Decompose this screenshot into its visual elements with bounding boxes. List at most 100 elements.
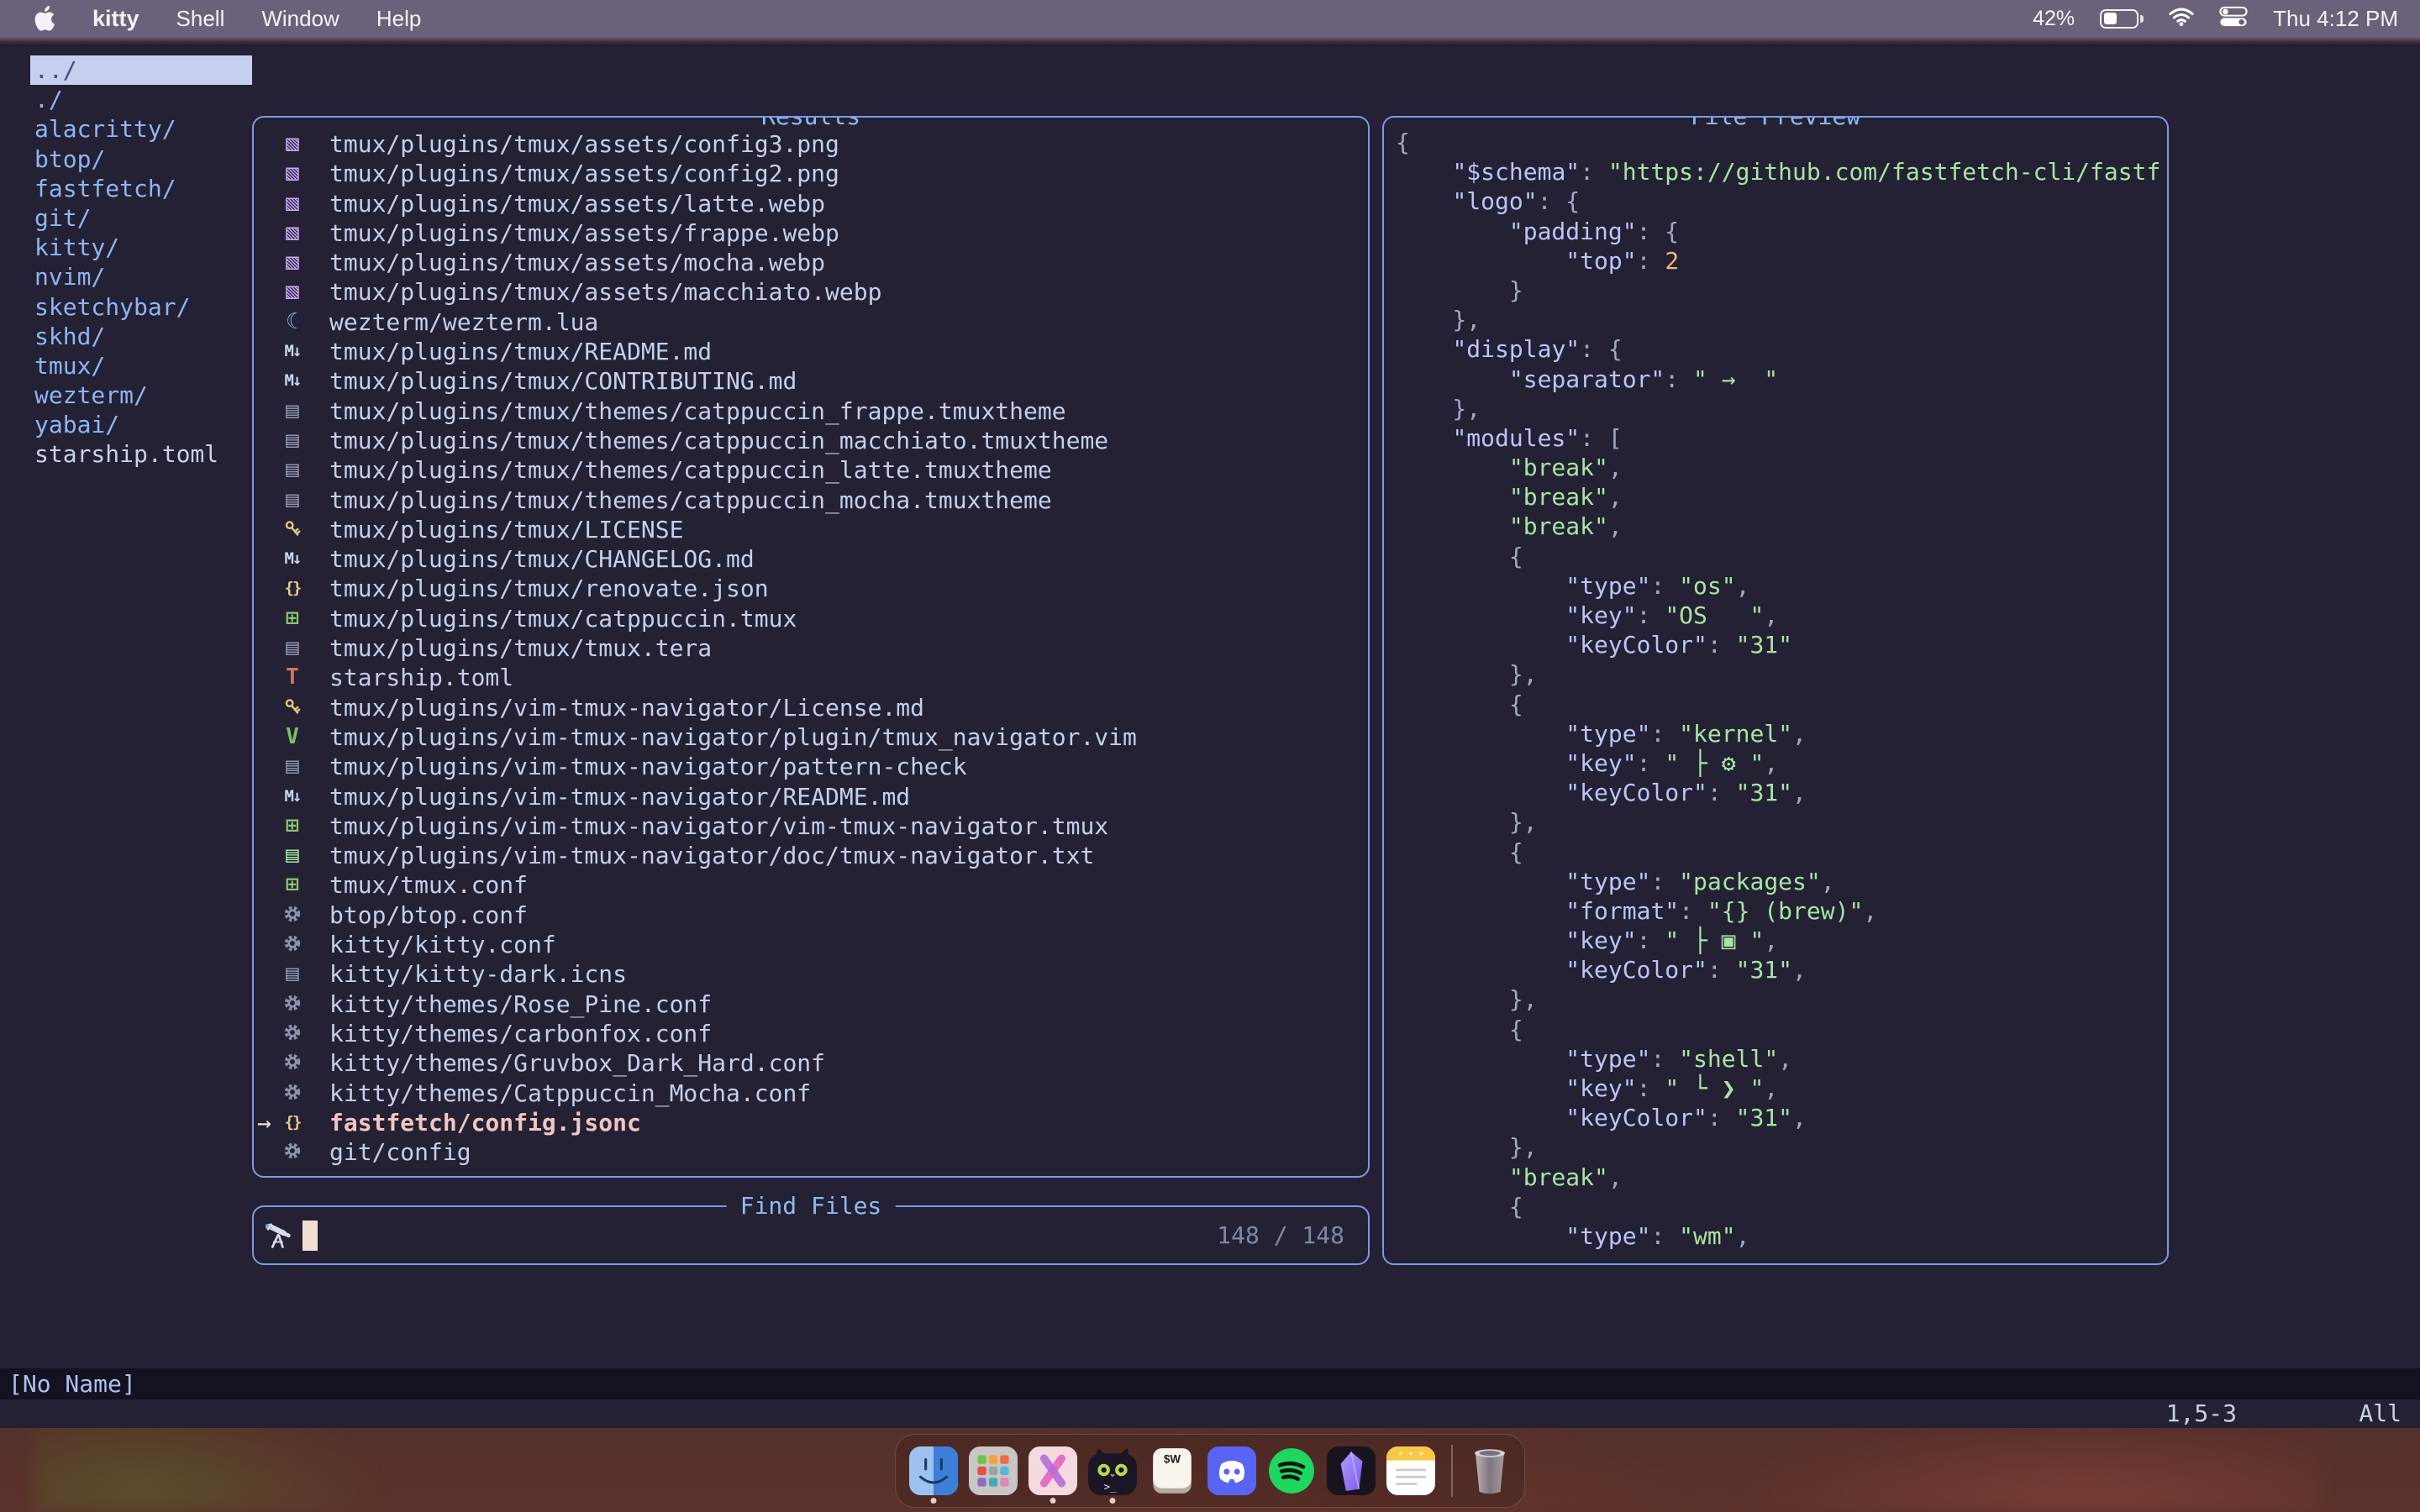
result-row[interactable]: tmux/plugins/vim-tmux-navigator/License.… [254,693,1368,722]
netrw-entry[interactable]: alacritty/ [30,114,252,144]
result-row[interactable]: ▤tmux/plugins/tmux/tmux.tera [254,633,1368,663]
dock-keycap-icon[interactable]: $W [1148,1446,1197,1495]
dock-obsidian-icon[interactable] [1327,1446,1376,1495]
result-row[interactable]: M↓tmux/plugins/tmux/README.md [254,337,1368,366]
gear-file-icon [276,930,309,959]
result-row[interactable]: ▧tmux/plugins/tmux/assets/latte.webp [254,189,1368,218]
result-row[interactable]: {}tmux/plugins/tmux/renovate.json [254,574,1368,603]
result-row[interactable]: ▤tmux/plugins/tmux/themes/catppuccin_lat… [254,455,1368,485]
preview-code-line: "type": "wm", [1396,1221,2165,1251]
result-label: tmux/plugins/tmux/themes/catppuccin_moch… [329,486,1052,514]
netrw-entry[interactable]: btop/ [30,144,252,174]
netrw-entry[interactable]: git/ [30,203,252,233]
result-row[interactable]: M↓tmux/plugins/tmux/CHANGELOG.md [254,544,1368,574]
result-label: btop/btop.conf [329,901,528,929]
menubar-menu-help[interactable]: Help [376,6,421,32]
netrw-entry[interactable]: sketchybar/ [30,292,252,322]
battery-icon[interactable] [2100,9,2144,29]
result-row[interactable]: kitty/themes/Gruvbox_Dark_Hard.conf [254,1048,1368,1078]
result-row[interactable]: M↓tmux/plugins/tmux/CONTRIBUTING.md [254,366,1368,396]
result-row[interactable]: M↓ tmux/plugins/vim-tmux-navigator/README… [254,782,1368,811]
result-row[interactable]: ⊞tmux/tmux.conf [254,870,1368,900]
result-row[interactable]: ▤kitty/kitty-dark.icns [254,959,1368,989]
result-label: tmux/plugins/vim-tmux-navigator/README.m… [329,783,910,811]
netrw-entry[interactable]: ./ [30,85,252,114]
menubar-menu-shell[interactable]: Shell [176,6,225,32]
result-row[interactable]: ▤ tmux/plugins/tmux/themes/catppuccin_moc… [254,486,1368,515]
preview-code-line: { [1396,1015,2165,1044]
menubar-app-name[interactable]: kitty [92,6,139,32]
md-file-icon: M↓ [276,337,309,366]
apple-menu-icon[interactable] [34,6,55,31]
result-row[interactable]: git/config [254,1137,1368,1167]
result-row[interactable]: ▤tmux/plugins/tmux/themes/catppuccin_mac… [254,426,1368,455]
json-file-icon: {} [276,574,309,603]
netrw-entry[interactable]: ../ [30,55,252,85]
netrw-entry[interactable]: kitty/ [30,233,252,262]
result-row[interactable]: ⊞tmux/plugins/tmux/catppuccin.tmux [254,604,1368,633]
netrw-entry[interactable]: nvim/ [30,262,252,291]
preview-code-line: "padding": { [1396,217,2165,246]
netrw-entry[interactable]: starship.toml [30,439,252,469]
result-row[interactable]: →{}fastfetch/config.jsonc [254,1108,1368,1137]
result-label: tmux/plugins/vim-tmux-navigator/License.… [329,694,924,722]
result-row[interactable]: btop/btop.conf [254,900,1368,930]
result-label: starship.toml [329,664,513,691]
result-row[interactable]: kitty/themes/Rose_Pine.conf [254,990,1368,1019]
telescope-prompt-panel[interactable]: Find Files 148 / 148 [252,1205,1370,1265]
image-file-icon: ▧ [276,218,309,248]
wifi-icon[interactable] [2169,7,2194,31]
dock-spotify-icon[interactable] [1267,1446,1316,1495]
result-row[interactable]: ▧tmux/plugins/tmux/assets/frappe.webp [254,218,1368,248]
menu-bar: kitty ShellWindowHelp 42% Thu 4:12 PM [0,0,2420,37]
result-row[interactable]: ▧tmux/plugins/tmux/assets/config3.png [254,129,1368,159]
vim-file-icon: V [276,722,309,752]
result-label: tmux/plugins/tmux/assets/macchiato.webp [329,278,881,306]
dock-finder-icon[interactable] [909,1446,958,1495]
preview-code-line: "logo": { [1396,186,2165,216]
results-counter: 148 / 148 [1217,1221,1344,1249]
image-file-icon: ▧ [276,159,309,188]
dock-pinkapp-icon[interactable] [1028,1446,1077,1495]
dock-trash-icon[interactable] [1469,1446,1511,1495]
result-row[interactable]: ☾wezterm/wezterm.lua [254,307,1368,337]
md-file-icon: M↓ [276,782,309,811]
doc-file-icon: ▤ [276,486,309,515]
preview-code-line: "key": " └ ❯ ", [1396,1074,2165,1103]
result-row[interactable]: ▧tmux/plugins/tmux/assets/mocha.webp [254,248,1368,277]
result-row[interactable]: ▧tmux/plugins/tmux/assets/macchiato.webp [254,277,1368,307]
result-row[interactable]: kitty/themes/Catppuccin_Mocha.conf [254,1079,1368,1108]
result-row[interactable]: ▤tmux/plugins/vim-tmux-navigator/doc/tmu… [254,841,1368,870]
result-row[interactable]: ▧tmux/plugins/tmux/assets/config2.png [254,159,1368,188]
prompt-cursor[interactable] [302,1221,318,1251]
preview-code-line: "break", [1396,453,2165,482]
menubar-menu-window[interactable]: Window [261,6,339,32]
dock-notes-icon[interactable] [1386,1446,1435,1495]
preview-code-line: }, [1396,1132,2165,1162]
result-row[interactable]: tmux/plugins/tmux/LICENSE [254,515,1368,544]
netrw-entry[interactable]: fastfetch/ [30,174,252,203]
netrw-entry[interactable]: yabai/ [30,410,252,439]
result-row[interactable]: Tstarship.toml [254,663,1368,692]
preview-code-line: "keyColor": "31", [1396,955,2165,984]
netrw-entry[interactable]: wezterm/ [30,381,252,410]
result-row[interactable]: kitty/kitty.conf [254,930,1368,959]
result-label: wezterm/wezterm.lua [329,308,598,336]
netrw-entry[interactable]: skhd/ [30,322,252,351]
result-row[interactable]: ▤tmux/plugins/vim-tmux-navigator/pattern… [254,752,1368,781]
result-row[interactable]: ⊞tmux/plugins/vim-tmux-navigator/vim-tmu… [254,811,1368,841]
result-row[interactable]: Vtmux/plugins/vim-tmux-navigator/plugin/… [254,722,1368,752]
buffer-name: [No Name] [8,1370,136,1398]
dock-discord-icon[interactable] [1207,1446,1256,1495]
result-row[interactable]: kitty/themes/carbonfox.conf [254,1019,1368,1048]
preview-code-line: "type": "shell", [1396,1044,2165,1074]
menubar-clock[interactable]: Thu 4:12 PM [2273,6,2398,32]
result-label: kitty/themes/Catppuccin_Mocha.conf [329,1079,811,1107]
preview-code-line: "top": 2 [1396,246,2165,276]
control-center-icon[interactable] [2219,6,2248,32]
dock-launchpad-icon[interactable] [969,1446,1018,1495]
netrw-entry[interactable]: tmux/ [30,351,252,381]
dock-kitty-icon[interactable]: >_ [1088,1446,1137,1495]
dock-separator [1451,1445,1453,1497]
result-row[interactable]: ▤tmux/plugins/tmux/themes/catppuccin_fra… [254,396,1368,426]
